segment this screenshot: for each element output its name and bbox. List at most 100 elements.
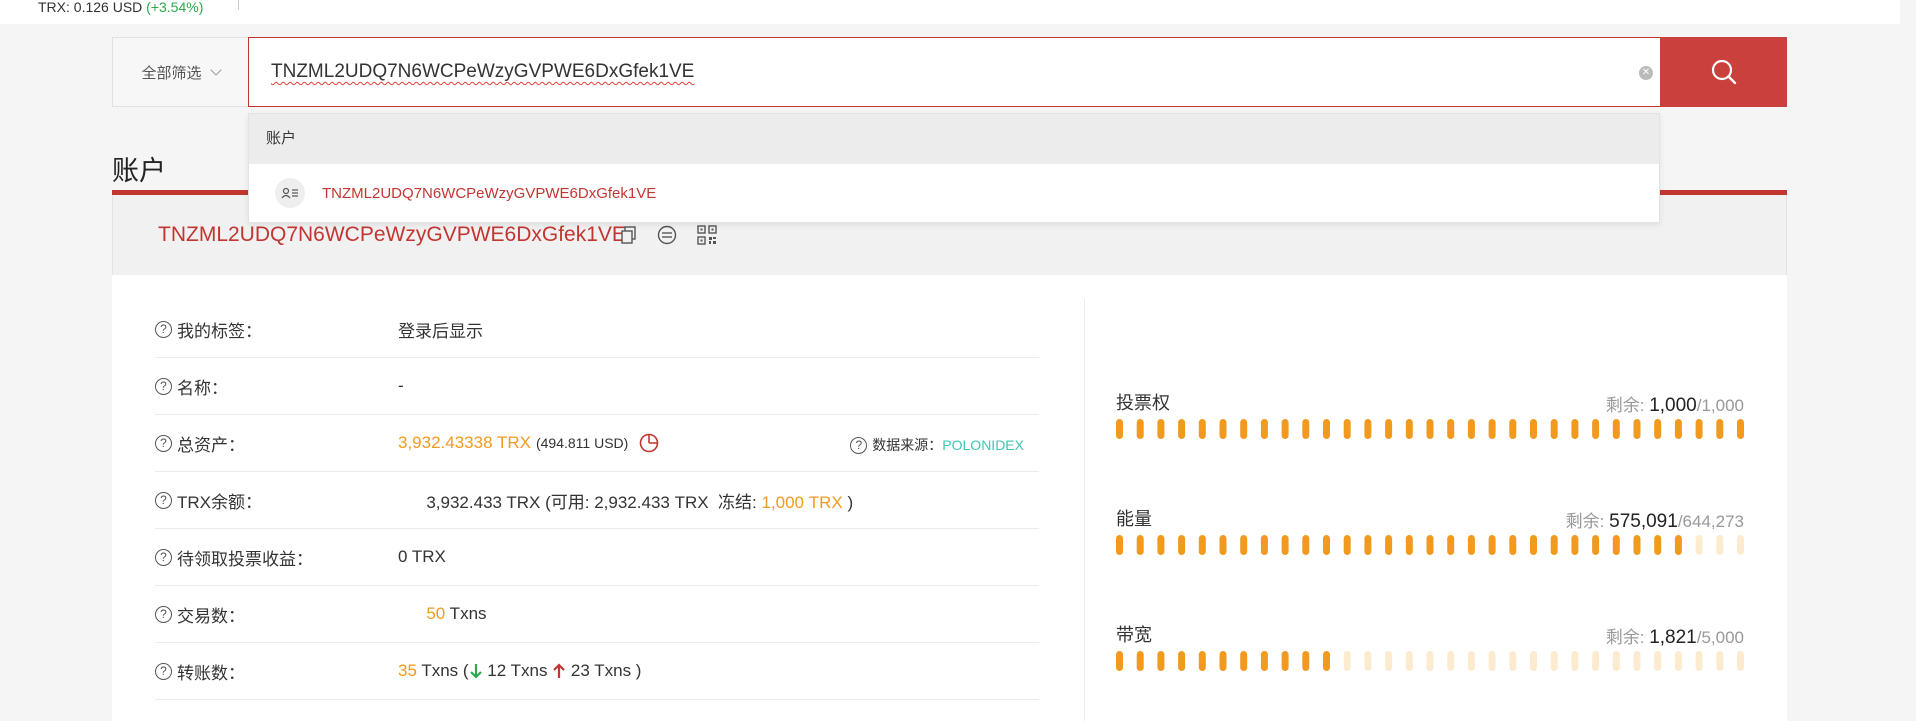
balance-value: 3,932.433 TRX (可用: 2,932.433 TRX 冻结: [426,492,762,512]
tag-label: 我的标签： [177,321,262,341]
bar-segment-filled [1405,419,1413,439]
chevron-down-icon [209,64,222,76]
bar-segment-filled [1302,535,1310,555]
bar-segment-filled [1716,419,1724,439]
bar-segment-empty [1488,651,1496,671]
bar-segment-empty [1426,651,1434,671]
bar-segment-filled [1323,419,1330,439]
tx-count[interactable]: 50 [426,604,445,623]
bar-segment-empty [1343,651,1351,671]
compare-icon[interactable] [657,225,677,250]
transfer-in: 12 Txns [482,661,553,680]
bar-segment-empty [1447,651,1455,671]
bar-segment-filled [1323,535,1330,555]
bar-segment-filled [1323,651,1330,671]
suggestion-item[interactable]: TNZML2UDQ7N6WCPeWzyGVPWE6DxGfek1VE [249,164,1659,222]
filter-dropdown[interactable]: 全部筛选 [112,37,248,107]
bar-segment-empty [1716,651,1724,671]
address-actions [621,225,717,250]
name-label: 名称： [177,378,228,398]
trx-ticker: TRX: 0.126 USD (+3.54%) [38,0,203,14]
top-bar: TRX: 0.126 USD (+3.54%) [0,0,1900,24]
bar-segment-filled [1240,651,1248,671]
bar-segment-filled [1509,419,1517,439]
bar-segment-filled [1343,419,1351,439]
ticker-divider [238,0,239,10]
bar-segment-empty [1612,651,1620,671]
pie-chart-icon[interactable] [638,432,660,454]
bar-segment-empty [1530,651,1537,671]
resource-remaining: 剩余: 575,091/644,273 [1566,507,1744,533]
help-icon[interactable]: ? [155,320,172,338]
bar-segment-filled [1136,535,1144,555]
remaining-current: 1,000 [1649,395,1697,416]
bar-segment-empty [1633,651,1641,671]
bar-segment-filled [1385,535,1393,555]
bar-segment-filled [1198,535,1206,555]
bar-segment-filled [1571,419,1579,439]
search-input[interactable]: TNZML2UDQ7N6WCPeWzyGVPWE6DxGfek1VE ✕ [248,37,1672,107]
remaining-label: 剩余: [1605,628,1650,647]
bar-segment-filled [1571,535,1579,555]
bar-segment-empty [1550,651,1558,671]
bar-segment-empty [1385,651,1393,671]
search-input-value: TNZML2UDQ7N6WCPeWzyGVPWE6DxGfek1VE [271,61,695,82]
bar-segment-filled [1260,535,1268,555]
bar-segment-filled [1240,535,1248,555]
info-row-tag: ? 我的标签： 登录后显示 [155,301,1039,358]
remaining-total: /5,000 [1696,628,1744,647]
help-icon[interactable]: ? [155,377,172,395]
account-overview-card: ? 我的标签： 登录后显示 ? 名称： - ? 总资产： 3,932.43338 TR… [112,275,1787,721]
bar-segment-filled [1219,535,1227,555]
bar-segment-empty [1364,651,1372,671]
resource-remaining: 剩余: 1,000/1,000 [1606,391,1744,417]
resource-progress-bar [1116,419,1744,439]
bar-segment-filled [1343,535,1351,555]
info-row-reward: ? 待领取投票收益： 0 TRX [155,529,1039,586]
info-row-transfers: ? 转账数： 35 Txns ( 12 Txns 23 Txns ) [155,643,1039,700]
reward-value: 0 TRX [398,547,446,566]
bar-segment-filled [1530,419,1537,439]
data-source-link[interactable]: POLONIDEX [942,437,1024,453]
transfer-unit: Txns ( [416,661,469,680]
bar-segment-filled [1674,419,1682,439]
bar-segment-filled [1116,419,1123,439]
page-title: 账户 [112,156,166,186]
transfer-out: 23 Txns ) [566,661,642,680]
search-button[interactable] [1660,37,1787,107]
tx-label: 交易数： [177,606,245,626]
help-icon[interactable]: ? [155,605,172,623]
help-icon[interactable]: ? [155,491,172,509]
data-source-label: 数据来源： [872,437,943,453]
bar-segment-empty [1592,651,1600,671]
help-icon[interactable]: ? [850,436,868,454]
bar-segment-filled [1198,419,1206,439]
bar-segment-filled [1219,419,1227,439]
bar-segment-filled [1592,535,1600,555]
bar-segment-empty [1405,651,1413,671]
bar-segment-filled [1695,419,1703,439]
bar-segment-empty [1716,535,1724,555]
clear-icon[interactable]: ✕ [1639,66,1653,80]
info-row-balance: ? TRX余额： 3,932.433 TRX (可用: 2,932.433 TRX… [155,472,1039,529]
qrcode-icon[interactable] [697,225,717,250]
bar-segment-filled [1530,535,1537,555]
copy-icon[interactable] [621,226,637,249]
bar-segment-filled [1447,419,1455,439]
bar-segment-filled [1364,419,1372,439]
balance-label: TRX余额： [177,492,262,512]
transfer-count[interactable]: 35 [398,661,417,681]
bar-segment-filled [1737,419,1744,439]
trx-change: (+3.54%) [146,0,204,15]
help-icon[interactable]: ? [155,548,172,566]
bar-segment-filled [1281,651,1289,671]
help-icon[interactable]: ? [155,434,172,452]
resource-name: 能量 [1116,509,1152,529]
bar-segment-filled [1302,419,1310,439]
bar-segment-filled [1509,535,1517,555]
arrow-down-icon [469,664,482,679]
remaining-current: 1,821 [1649,627,1697,648]
bar-segment-empty [1509,651,1517,671]
help-icon[interactable]: ? [155,662,172,680]
bar-segment-filled [1488,535,1496,555]
